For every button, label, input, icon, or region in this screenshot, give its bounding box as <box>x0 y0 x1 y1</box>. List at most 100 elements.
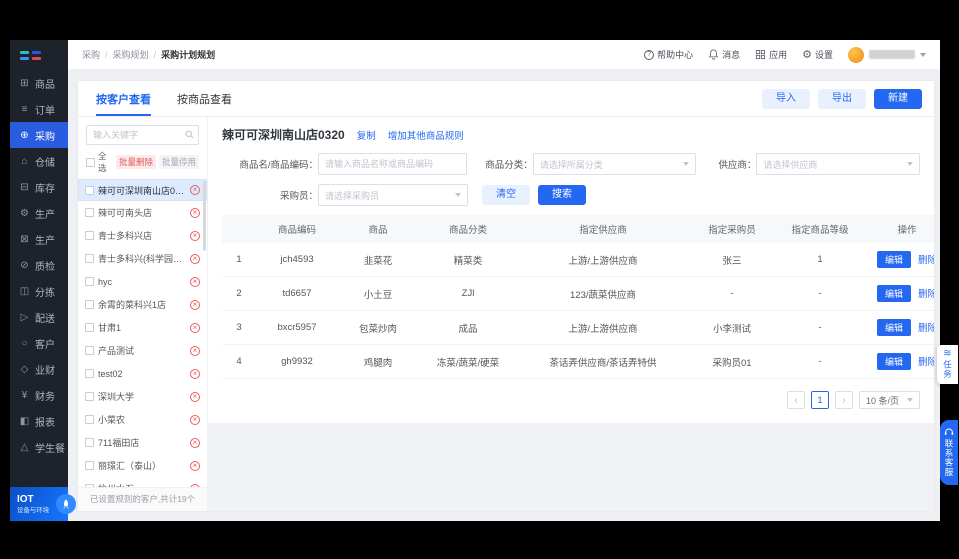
edit-button[interactable]: 编辑 <box>876 353 911 370</box>
help-center-link[interactable]: ? 帮助中心 <box>644 48 693 61</box>
customer-checkbox[interactable] <box>85 185 94 195</box>
select-all-checkbox[interactable] <box>86 157 95 167</box>
customer-checkbox[interactable] <box>85 369 94 378</box>
customer-checkbox[interactable] <box>85 461 94 470</box>
remove-customer-icon[interactable]: × <box>190 299 200 310</box>
delete-button[interactable]: 删除 <box>918 357 934 368</box>
customer-checkbox[interactable] <box>85 438 94 447</box>
customer-list-item[interactable]: 产品测试 × <box>78 339 207 362</box>
sidebar-item-goods[interactable]: ⊞ 商品 <box>10 70 68 96</box>
delete-button[interactable]: 删除 <box>918 323 934 334</box>
customer-checkbox[interactable] <box>85 484 94 487</box>
customer-list-item[interactable]: 青士多科兴店 × <box>78 224 207 247</box>
supplier-select[interactable]: 请选择供应商 <box>756 153 921 175</box>
remove-customer-icon[interactable]: × <box>190 391 200 402</box>
iot-footer[interactable]: IOT 设备与环境 <box>10 487 76 521</box>
customer-checkbox[interactable] <box>85 231 94 240</box>
add-rule-link[interactable]: 增加其他商品规则 <box>388 128 464 142</box>
tab-by-customer[interactable]: 按客户查看 <box>96 81 151 116</box>
customer-list-item[interactable]: 711福田店 × <box>78 431 207 454</box>
settings-link[interactable]: ⚙ 设置 <box>802 48 833 61</box>
customer-list-item[interactable]: 丽璟汇（泰山） × <box>78 454 207 477</box>
sidebar-item-reports[interactable]: ◧ 报表 <box>10 408 68 434</box>
copy-link[interactable]: 复制 <box>357 128 376 142</box>
import-button[interactable]: 导入 <box>762 88 810 109</box>
sidebar-item-delivery[interactable]: ▷ 配送 <box>10 304 68 330</box>
buyer-select[interactable]: 请选择采购员 <box>318 184 468 206</box>
sidebar-item-sorting[interactable]: ◫ 分拣 <box>10 278 68 304</box>
remove-customer-icon[interactable]: × <box>190 345 200 356</box>
delete-button[interactable]: 删除 <box>918 289 934 300</box>
customer-list-item[interactable]: 辣可可南头店 × <box>78 201 207 224</box>
customer-checkbox[interactable] <box>85 208 94 217</box>
sidebar-item-student-meals[interactable]: △ 学生餐 <box>10 434 68 460</box>
remove-customer-icon[interactable]: × <box>190 207 200 218</box>
customer-list-item[interactable]: 甘肃1 × <box>78 316 207 339</box>
page-number-button[interactable]: 1 <box>810 391 829 409</box>
breadcrumb-item[interactable]: 采购计划规划 <box>161 48 215 61</box>
customer-checkbox[interactable] <box>85 254 94 263</box>
customer-checkbox[interactable] <box>85 300 94 309</box>
page-size-select[interactable]: 10 条/页 <box>858 391 920 409</box>
customer-list-item[interactable]: hyc × <box>78 270 207 293</box>
scrollbar-thumb[interactable] <box>203 181 206 251</box>
sidebar-item-orders[interactable]: ≡ 订单 <box>10 96 68 122</box>
product-filter-input[interactable] <box>318 153 467 175</box>
customer-checkbox[interactable] <box>85 346 94 355</box>
sidebar-item-customers[interactable]: ○ 客户 <box>10 330 68 356</box>
customer-list-item[interactable]: 小菜农 × <box>78 408 207 431</box>
customer-name: 丽璟汇（泰山） <box>98 461 162 471</box>
remove-customer-icon[interactable]: × <box>190 483 200 487</box>
sidebar-item-warehouse[interactable]: ⌂ 仓储 <box>10 148 68 174</box>
messages-link[interactable]: 消息 <box>708 48 740 61</box>
user-menu[interactable] <box>848 46 926 63</box>
contact-support-button[interactable]: 联系客服 <box>940 420 958 485</box>
edit-button[interactable]: 编辑 <box>876 319 911 336</box>
sidebar-item-biz-finance[interactable]: ◇ 业财 <box>10 356 68 382</box>
customer-list-item[interactable]: 杭州水汇 × <box>78 477 207 487</box>
sidebar-item-production[interactable]: ⚙ 生产 <box>10 200 68 226</box>
customer-checkbox[interactable] <box>85 392 94 401</box>
breadcrumb-item[interactable]: 采购 <box>82 48 100 61</box>
remove-customer-icon[interactable]: × <box>190 185 200 195</box>
customer-list-item[interactable]: 深圳大学 × <box>78 385 207 408</box>
remove-customer-icon[interactable]: × <box>190 368 200 379</box>
sidebar-item-inventory[interactable]: ⊟ 库存 <box>10 174 68 200</box>
remove-customer-icon[interactable]: × <box>190 460 200 471</box>
batch-delete-button[interactable]: 批量删除 <box>115 155 156 169</box>
remove-customer-icon[interactable]: × <box>190 414 200 425</box>
create-button[interactable]: 新建 <box>874 88 922 109</box>
customer-search-input[interactable] <box>86 125 199 145</box>
category-select[interactable]: 请选择所属分类 <box>532 153 697 175</box>
remove-customer-icon[interactable]: × <box>190 322 200 333</box>
edit-button[interactable]: 编辑 <box>876 251 911 268</box>
search-button[interactable]: 搜索 <box>538 185 586 205</box>
prev-page-button[interactable]: ‹ <box>786 391 805 409</box>
sidebar-item-finance[interactable]: ¥ 财务 <box>10 382 68 408</box>
sidebar-item-quality[interactable]: ⊘ 质检 <box>10 252 68 278</box>
tab-by-product[interactable]: 按商品查看 <box>177 81 232 116</box>
customer-list-item[interactable]: 青士多科兴(科学园2号1120 × <box>78 247 207 270</box>
customer-list-item[interactable]: 余霄的菜科兴1店 × <box>78 293 207 316</box>
remove-customer-icon[interactable]: × <box>190 253 200 264</box>
customer-list-item[interactable]: test02 × <box>78 362 207 385</box>
tasks-widget[interactable]: ≋ 任务 <box>937 345 958 384</box>
next-page-button[interactable]: › <box>834 391 853 409</box>
remove-customer-icon[interactable]: × <box>190 437 200 448</box>
customer-checkbox[interactable] <box>85 277 94 286</box>
edit-button[interactable]: 编辑 <box>876 285 911 302</box>
sidebar-item-production-alt[interactable]: ⊠ 生产 <box>10 226 68 252</box>
customer-checkbox[interactable] <box>85 323 94 332</box>
remove-customer-icon[interactable]: × <box>190 230 200 241</box>
remove-customer-icon[interactable]: × <box>190 276 200 287</box>
customer-checkbox[interactable] <box>85 415 94 424</box>
apps-link[interactable]: 应用 <box>755 48 787 61</box>
clear-button[interactable]: 清空 <box>482 185 530 205</box>
select-all-label[interactable]: 全选 <box>98 150 113 174</box>
sidebar-item-purchase[interactable]: ⊕ 采购 <box>10 122 68 148</box>
export-button[interactable]: 导出 <box>818 88 866 109</box>
delete-button[interactable]: 删除 <box>918 255 934 266</box>
batch-disable-button[interactable]: 批量停用 <box>158 155 199 169</box>
breadcrumb-item[interactable]: 采购规划 <box>113 48 149 61</box>
customer-list-item[interactable]: 辣可可深圳南山店0320 × <box>78 179 207 201</box>
